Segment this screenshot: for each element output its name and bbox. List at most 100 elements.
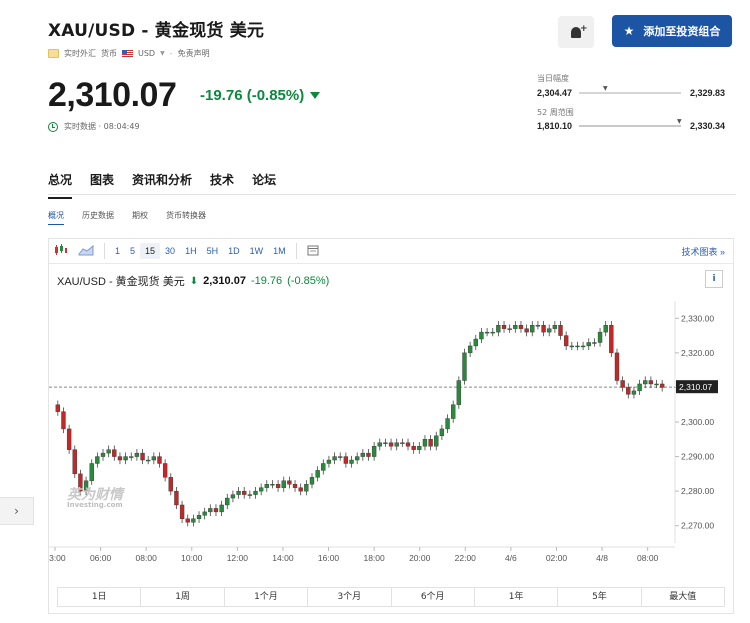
chart-title: XAU/USD - 黄金现货 美元 ⬇ 2,310.07 -19.76 (-0.… bbox=[57, 273, 329, 289]
candle-body bbox=[371, 445, 377, 457]
interval-1w[interactable]: 1W bbox=[245, 243, 269, 259]
candle-body bbox=[507, 328, 512, 330]
subtab-history[interactable]: 历史数据 bbox=[82, 210, 114, 225]
candle-body bbox=[191, 518, 196, 523]
market-label: 实时外汇 bbox=[64, 49, 96, 58]
candle-body bbox=[603, 325, 608, 333]
x-tick-label: 08:00 bbox=[136, 553, 158, 563]
candle-body bbox=[592, 342, 597, 344]
last-price-label: 2,310.07 bbox=[679, 382, 712, 392]
candlestick-type-icon[interactable] bbox=[49, 241, 73, 261]
current-price: 2,310.07 bbox=[48, 76, 177, 114]
x-tick-label: 02:00 bbox=[546, 553, 568, 563]
price-alert-button[interactable] bbox=[558, 16, 594, 48]
candle-body bbox=[208, 508, 213, 513]
interval-1[interactable]: 1 bbox=[110, 243, 125, 259]
interval-1m[interactable]: 1M bbox=[268, 243, 291, 259]
calendar-icon[interactable] bbox=[302, 241, 324, 261]
candle-body bbox=[490, 331, 495, 334]
advanced-chart-link[interactable]: 技术图表 » bbox=[681, 245, 725, 258]
candle-body bbox=[547, 328, 552, 333]
dropdown-icon[interactable]: ▼ bbox=[160, 50, 165, 57]
currency-select[interactable]: USD bbox=[138, 49, 155, 58]
candle-body bbox=[309, 477, 315, 485]
week52-range-bar bbox=[579, 125, 681, 127]
candle-body bbox=[157, 456, 162, 464]
interval-5h[interactable]: 5H bbox=[202, 243, 224, 259]
add-to-portfolio-button[interactable]: ★ 添加至投资组合 bbox=[612, 15, 732, 47]
candle-body bbox=[264, 484, 269, 488]
candle-body bbox=[242, 490, 247, 495]
y-tick-label: 2,280.00 bbox=[681, 486, 714, 496]
subtab-options[interactable]: 期权 bbox=[132, 210, 148, 225]
candle-body bbox=[338, 456, 343, 458]
candle-body bbox=[123, 456, 128, 461]
candle-body bbox=[411, 445, 416, 450]
realtime-label: 实时数据 · 08:04:49 bbox=[64, 122, 140, 131]
meta-row: 实时外汇 货币 USD ▼ - 免责声明 bbox=[48, 48, 210, 59]
x-tick-label: 16:00 bbox=[318, 553, 340, 563]
candle-body bbox=[405, 442, 411, 447]
period-1y[interactable]: 1年 bbox=[475, 588, 559, 606]
candle-body bbox=[614, 352, 620, 381]
candle-body bbox=[349, 459, 354, 464]
period-1d[interactable]: 1日 bbox=[58, 588, 142, 606]
area-type-icon[interactable] bbox=[73, 241, 99, 261]
candle-body bbox=[332, 456, 337, 461]
period-3m[interactable]: 3个月 bbox=[308, 588, 392, 606]
candle-body bbox=[569, 345, 574, 348]
candle-body bbox=[146, 459, 151, 462]
interval-5[interactable]: 5 bbox=[125, 243, 140, 259]
chart-container: 1 5 15 30 1H 5H 1D 1W 1M 技术图表 » XAU/USD … bbox=[48, 238, 734, 614]
candle-body bbox=[394, 442, 399, 447]
candlestick-chart[interactable]: 2,330.002,320.002,310.002,300.002,290.00… bbox=[49, 297, 733, 587]
period-6m[interactable]: 6个月 bbox=[392, 588, 475, 606]
currency-label: 货币 bbox=[101, 49, 117, 58]
candle-body bbox=[162, 463, 168, 478]
candle-body bbox=[484, 331, 490, 334]
candle-body bbox=[298, 487, 303, 492]
x-tick-label: 06:00 bbox=[90, 553, 112, 563]
candle-body bbox=[275, 484, 281, 488]
side-expand-button[interactable]: › bbox=[0, 497, 34, 525]
disclaimer-link[interactable]: 免责声明 bbox=[178, 48, 210, 59]
interval-15[interactable]: 15 bbox=[140, 243, 161, 259]
candle-body bbox=[112, 449, 117, 457]
candle-body bbox=[343, 456, 349, 464]
candle-body bbox=[524, 328, 529, 333]
interval-30[interactable]: 30 bbox=[160, 243, 180, 259]
candle-body bbox=[631, 390, 637, 395]
candle-body bbox=[129, 456, 134, 458]
interval-1h[interactable]: 1H bbox=[180, 243, 202, 259]
info-icon[interactable]: i bbox=[705, 270, 723, 288]
period-max[interactable]: 最大值 bbox=[642, 588, 724, 606]
candle-body bbox=[637, 383, 642, 392]
candle-body bbox=[61, 411, 66, 430]
candle-body bbox=[354, 456, 360, 461]
subtab-summary[interactable]: 概况 bbox=[48, 210, 64, 225]
candle-body bbox=[456, 380, 462, 405]
subtab-converter[interactable]: 货币转换器 bbox=[166, 210, 206, 225]
candle-body bbox=[360, 452, 366, 457]
star-icon: ★ bbox=[623, 24, 635, 38]
period-5y[interactable]: 5年 bbox=[558, 588, 642, 606]
candle-body bbox=[106, 449, 111, 454]
candle-body bbox=[230, 494, 236, 499]
period-1m[interactable]: 1个月 bbox=[225, 588, 309, 606]
candle-body bbox=[388, 442, 394, 447]
down-arrow-icon bbox=[310, 92, 321, 99]
candle-body bbox=[563, 335, 569, 347]
week52-range-label: 52 周范围 bbox=[537, 108, 574, 117]
candle-body bbox=[659, 383, 665, 388]
candle-body bbox=[225, 497, 230, 506]
candle-body bbox=[281, 480, 286, 488]
period-1w[interactable]: 1周 bbox=[141, 588, 225, 606]
separator: - bbox=[169, 49, 173, 58]
realtime-row: 实时数据 · 08:04:49 bbox=[48, 121, 140, 132]
interval-1d[interactable]: 1D bbox=[223, 243, 245, 259]
week52-range-marker: ▼ bbox=[677, 118, 682, 125]
candle-body bbox=[247, 494, 253, 496]
week52-range-high: 2,330.34 bbox=[690, 121, 726, 131]
chart-change: -19.76 bbox=[250, 275, 283, 287]
week52-range-low: 1,810.10 bbox=[537, 121, 573, 131]
